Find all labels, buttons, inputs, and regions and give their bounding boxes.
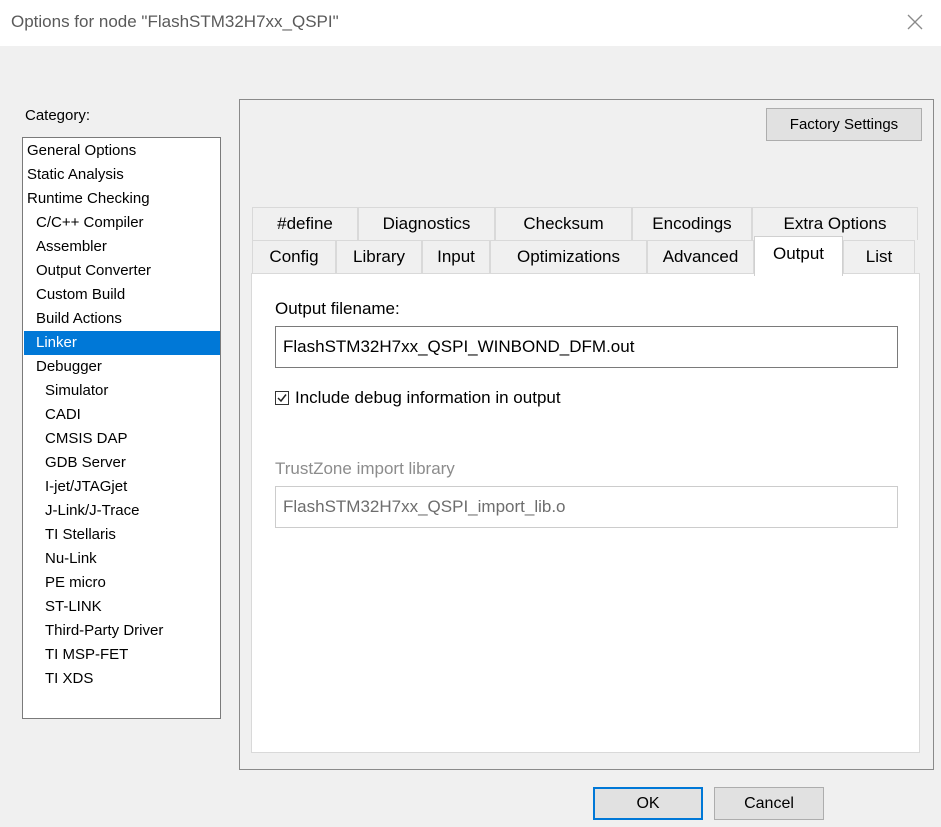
category-item-cmsis-dap[interactable]: CMSIS DAP: [45, 427, 128, 451]
trustzone-label: TrustZone import library: [275, 459, 455, 478]
category-item-assembler[interactable]: Assembler: [36, 235, 107, 259]
category-item-runtime-checking[interactable]: Runtime Checking: [27, 187, 150, 211]
ok-button[interactable]: OK: [593, 787, 703, 820]
window-title: Options for node "FlashSTM32H7xx_QSPI": [11, 12, 339, 31]
category-item-nu-link[interactable]: Nu-Link: [45, 547, 97, 571]
trustzone-import-input: FlashSTM32H7xx_QSPI_import_lib.o: [275, 486, 898, 528]
tab-encodings[interactable]: Encodings: [632, 207, 752, 240]
category-item-ti-xds[interactable]: TI XDS: [45, 667, 93, 691]
category-item-custom-build[interactable]: Custom Build: [36, 283, 125, 307]
checkmark-icon: [277, 394, 287, 403]
category-item-general-options[interactable]: General Options: [27, 139, 136, 163]
category-item-ijet-jtagjet[interactable]: I-jet/JTAGjet: [45, 475, 127, 499]
category-item-linker[interactable]: Linker: [24, 331, 220, 355]
tab-checksum[interactable]: Checksum: [495, 207, 632, 240]
tab-input[interactable]: Input: [422, 240, 490, 273]
category-item-st-link[interactable]: ST-LINK: [45, 595, 102, 619]
tab-diagnostics[interactable]: Diagnostics: [358, 207, 495, 240]
include-debug-label: Include debug information in output: [295, 388, 561, 407]
category-item-debugger[interactable]: Debugger: [36, 355, 102, 379]
category-item-jlink-jtrace[interactable]: J-Link/J-Trace: [45, 499, 139, 523]
output-filename-label: Output filename:: [275, 299, 400, 318]
output-filename-input[interactable]: FlashSTM32H7xx_QSPI_WINBOND_DFM.out: [275, 326, 898, 368]
category-item-build-actions[interactable]: Build Actions: [36, 307, 122, 331]
category-list[interactable]: General Options Static Analysis Runtime …: [22, 137, 221, 719]
category-item-cpp-compiler[interactable]: C/C++ Compiler: [36, 211, 144, 235]
factory-settings-button[interactable]: Factory Settings: [766, 108, 922, 141]
category-item-ti-stellaris[interactable]: TI Stellaris: [45, 523, 116, 547]
tab-config[interactable]: Config: [252, 240, 336, 273]
category-item-pe-micro[interactable]: PE micro: [45, 571, 106, 595]
cancel-button[interactable]: Cancel: [714, 787, 824, 820]
category-item-third-party-driver[interactable]: Third-Party Driver: [45, 619, 163, 643]
tab-advanced[interactable]: Advanced: [647, 240, 754, 273]
tab-list[interactable]: List: [843, 240, 915, 273]
close-icon[interactable]: [903, 10, 927, 34]
tab-optimizations[interactable]: Optimizations: [490, 240, 647, 273]
category-item-simulator[interactable]: Simulator: [45, 379, 108, 403]
title-bar: Options for node "FlashSTM32H7xx_QSPI": [0, 0, 941, 46]
category-item-ti-msp-fet[interactable]: TI MSP-FET: [45, 643, 128, 667]
category-item-static-analysis[interactable]: Static Analysis: [27, 163, 124, 187]
tab-library[interactable]: Library: [336, 240, 422, 273]
category-item-cadi[interactable]: CADI: [45, 403, 81, 427]
include-debug-checkbox[interactable]: [275, 391, 289, 405]
tab-output[interactable]: Output: [754, 236, 843, 276]
category-label: Category:: [25, 107, 91, 124]
category-item-gdb-server[interactable]: GDB Server: [45, 451, 126, 475]
tab-define[interactable]: #define: [252, 207, 358, 240]
category-item-output-converter[interactable]: Output Converter: [36, 259, 151, 283]
